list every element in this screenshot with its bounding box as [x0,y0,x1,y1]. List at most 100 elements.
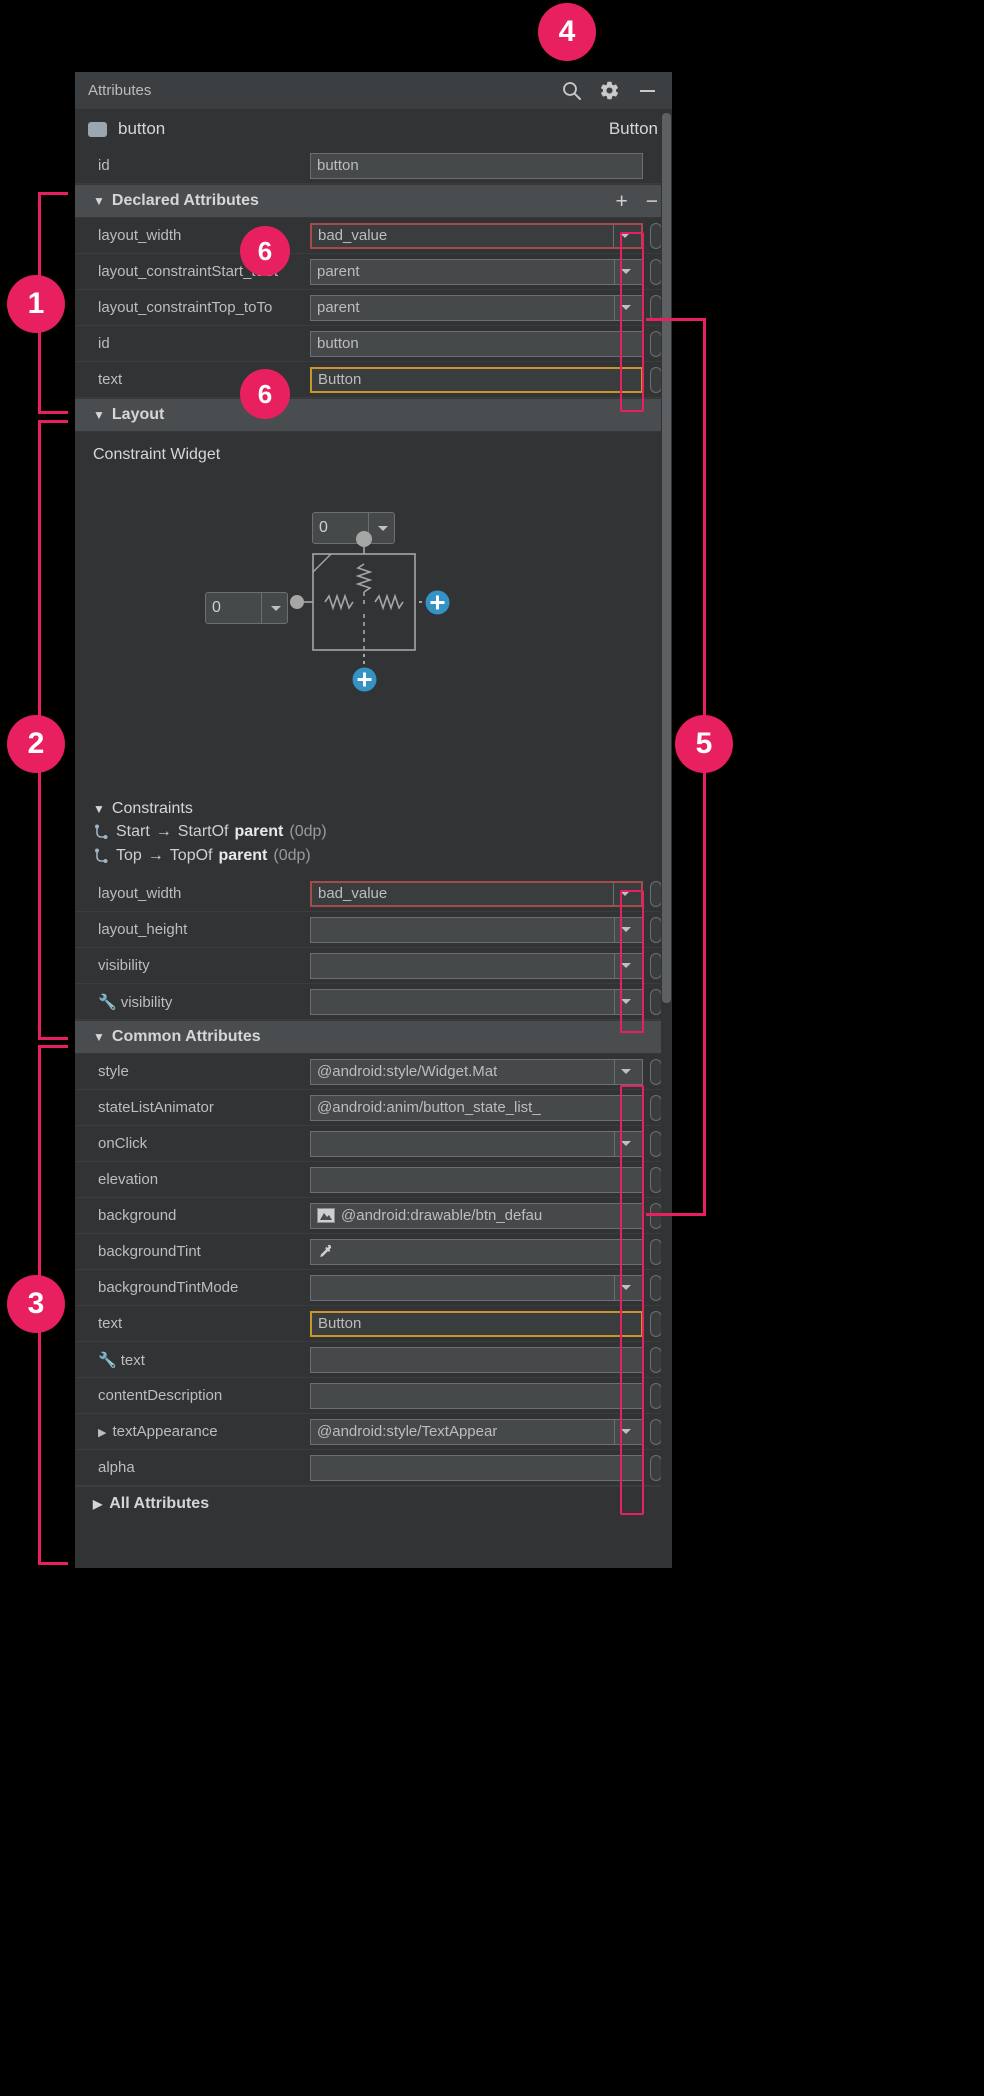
row-label-text: layout_height [98,921,188,938]
section-declared-attributes[interactable]: ▼ Declared Attributes + − [75,184,672,218]
row-label-text: layout_width [98,227,182,244]
section-common-attributes[interactable]: ▼ Common Attributes [75,1020,672,1054]
chevron-down-icon: ▼ [93,408,105,422]
row-label: stateListAnimator [98,1099,310,1116]
attribute-row: id button [75,326,672,362]
attribute-row: layout_height [75,912,672,948]
add-constraint-right-icon[interactable] [425,590,450,615]
common-value-field[interactable] [310,1346,643,1373]
common-value-field[interactable] [310,1382,643,1409]
field-value: @android:drawable/btn_defau [341,1207,543,1224]
row-label: id [98,335,310,352]
common-attribute-list: style @android:style/Widget.Mat stateListA… [75,1054,672,1486]
attribute-row: style @android:style/Widget.Mat [75,1054,672,1090]
callout-highlight-common-pills [620,1085,644,1515]
common-value-field[interactable] [310,1166,643,1193]
row-label: visibility [98,957,310,974]
attribute-row: contentDescription [75,1378,672,1414]
attribute-row: background @android:drawable/btn_defau [75,1198,672,1234]
constraint-link-icon [95,848,108,863]
field-value: Button [318,1315,362,1332]
common-value-field[interactable]: Button [310,1310,643,1337]
constraints-header[interactable]: ▼ Constraints [75,794,672,820]
constraint-arrow: → [147,847,164,864]
layout-attribute-list: layout_width bad_value layout_heightvisibi… [75,876,672,1020]
constraint-target: parent [234,823,284,840]
constraint-to: StartOf [177,823,229,840]
chevron-down-icon: ▼ [93,1030,105,1044]
row-label: style [98,1063,310,1080]
constraint-link-icon [95,824,108,839]
layout-value-field[interactable] [310,952,643,979]
callout-badge-2: 2 [7,715,65,773]
section-all-attributes[interactable]: ▶ All Attributes [75,1486,672,1520]
field-value: parent [317,299,360,316]
add-constraint-bottom-icon[interactable] [352,667,377,692]
common-value-field[interactable]: @android:anim/button_state_list_ [310,1094,643,1121]
chevron-down-icon[interactable] [614,1059,636,1084]
row-label-text: text [98,1315,123,1332]
attribute-row: stateListAnimator @android:anim/button_st… [75,1090,672,1126]
attributes-panel: Attributes button Button id button ▼ Dec… [75,72,672,1568]
wrench-icon: 🔧 [98,993,117,1011]
declared-value-field[interactable]: Button [310,366,643,393]
row-label-text: visibility [120,993,173,1011]
attribute-row: layout_width bad_value [75,876,672,912]
declared-value-field[interactable]: parent [310,258,643,285]
constraint-target: parent [218,847,268,864]
declared-value-field[interactable]: parent [310,294,643,321]
callout-badge-5: 5 [675,715,733,773]
constraint-from: Top [116,847,142,864]
section-label: Declared Attributes [111,192,259,209]
row-label: ▶ textAppearance [98,1423,310,1440]
constraints-list: Start → StartOf parent (0dp) Top → TopOf parent (… [75,820,672,868]
layout-value-field[interactable]: bad_value [310,880,643,907]
constraint-arrow: → [155,823,172,840]
declared-value-field[interactable]: bad_value [310,222,643,249]
common-value-field[interactable] [310,1274,643,1301]
common-value-field[interactable] [310,1130,643,1157]
attribute-row-id: id button [75,148,672,184]
common-value-field[interactable] [310,1454,643,1481]
add-attribute-button[interactable]: + [615,191,627,212]
scrollbar-track[interactable] [661,110,672,1568]
chevron-right-icon: ▶ [93,1496,103,1511]
eyedropper-icon [317,1244,333,1260]
constraint-dp: (0dp) [289,823,327,840]
field-value: bad_value [318,885,388,902]
row-label-text: text [120,1351,145,1369]
common-value-field[interactable]: @android:style/Widget.Mat [310,1058,643,1085]
remove-attribute-button[interactable]: − [646,191,658,212]
row-label-text: id [98,335,110,352]
component-type: Button [608,119,658,138]
screenshot-root: Attributes button Button id button ▼ Dec… [0,0,984,2096]
chevron-down-icon: ▼ [93,194,105,208]
section-layout[interactable]: ▼ Layout [75,398,672,432]
layout-value-field[interactable] [310,988,643,1015]
field-value: button [317,335,359,352]
constraint-widget[interactable]: 0 0 [75,464,672,794]
declared-value-field[interactable]: button [310,330,643,357]
attribute-row: layout_constraintStart_toSt parent [75,254,672,290]
gear-icon[interactable] [598,80,620,102]
row-label-text: backgroundTint [98,1243,201,1260]
chevron-down-icon: ▼ [93,802,105,816]
common-value-field[interactable] [310,1238,643,1265]
row-label-text: elevation [98,1171,159,1188]
layout-value-field[interactable] [310,916,643,943]
scrollbar-thumb[interactable] [662,113,671,1003]
search-icon[interactable] [560,80,582,102]
id-input[interactable]: button [310,152,643,179]
callout-badge-3: 3 [7,1275,65,1333]
minimize-icon[interactable] [636,80,658,102]
callout-badge-1: 1 [7,275,65,333]
attribute-row: onClick [75,1126,672,1162]
section-label: All Attributes [109,1494,210,1512]
attribute-row: 🔧 visibility [75,984,672,1020]
chevron-right-icon[interactable]: ▶ [98,1427,106,1439]
panel-header: Attributes [75,72,672,110]
common-value-field[interactable]: @android:style/TextAppear [310,1418,643,1445]
common-value-field[interactable]: @android:drawable/btn_defau [310,1202,643,1229]
row-label: layout_width [98,885,310,902]
id-input-value: button [317,157,359,174]
